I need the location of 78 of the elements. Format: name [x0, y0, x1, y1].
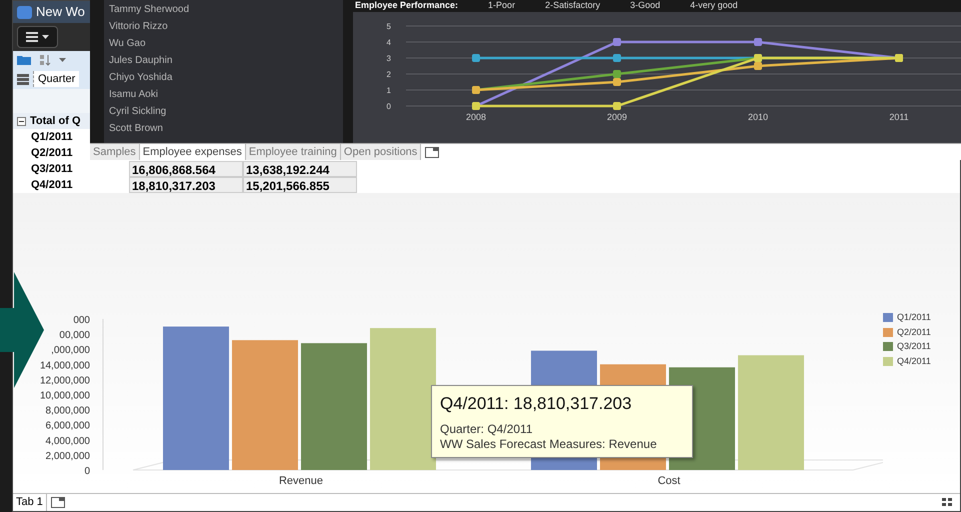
point	[613, 78, 621, 86]
table-cell: 15,201,566.855	[243, 177, 357, 193]
sheet-tab[interactable]: Employee training	[246, 144, 341, 160]
legend-label: Q1/2011	[897, 311, 931, 324]
employee-name[interactable]: Vittorio Rizzo	[104, 18, 343, 35]
employee-name[interactable]: Isamu Aoki	[104, 86, 343, 103]
axis-label: 5	[386, 22, 391, 31]
sheet-tab[interactable]: Samples	[90, 144, 140, 160]
new-tab-icon[interactable]	[425, 146, 440, 158]
app-logo-icon	[17, 6, 32, 18]
axis-label: ,000,000	[51, 345, 90, 356]
sort-icon[interactable]	[39, 54, 51, 66]
sheet-tab[interactable]: Tab 1	[13, 494, 47, 511]
axis-label: 2008	[466, 112, 486, 122]
axis-label: 1	[386, 86, 391, 95]
axis-label: 2010	[748, 112, 768, 122]
axis-label: 00,000	[59, 330, 90, 342]
axis-label: 4	[386, 38, 391, 47]
axis-label: 14,000,000	[40, 360, 90, 372]
rating-label: 4-very good	[690, 0, 738, 12]
collapse-icon[interactable]	[17, 116, 26, 126]
window-title: New Wo	[36, 3, 85, 22]
axis-label: 6,000,000	[46, 420, 90, 432]
folder-icon[interactable]	[17, 55, 31, 65]
legend-label: Q3/2011	[897, 340, 931, 353]
axis-label: 2011	[889, 112, 909, 122]
employee-name[interactable]: Jules Dauphin	[104, 52, 343, 69]
employee-name[interactable]: Cyril Sickling	[104, 103, 343, 120]
employee-name[interactable]: Tammy Sherwood	[104, 1, 343, 18]
table-cell: 13,638,192.244	[243, 161, 357, 177]
rating-label: 2-Satisfactory	[545, 0, 600, 12]
employee-name[interactable]: Scott Brown	[104, 120, 343, 137]
caret-icon[interactable]	[59, 58, 66, 62]
new-tab-icon[interactable]	[50, 497, 65, 508]
field-chip[interactable]: Quarter	[33, 70, 80, 88]
list-menu-button[interactable]	[17, 26, 58, 48]
point	[613, 54, 621, 62]
axis-label: 4,000,000	[46, 436, 90, 447]
axis-label: 2,000,000	[46, 450, 90, 462]
grid-icon[interactable]	[942, 498, 952, 507]
axis-label: 0	[84, 466, 90, 477]
point	[754, 62, 762, 70]
point	[472, 54, 480, 62]
tooltip-line: Quarter: Q4/2011	[440, 422, 534, 436]
rows-icon[interactable]	[17, 74, 29, 84]
employee-name[interactable]: Chiyo Yoshida	[104, 69, 343, 86]
point	[613, 102, 621, 110]
rating-label: 1-Poor	[488, 0, 516, 12]
sheet-tab[interactable]: Open positions	[340, 144, 422, 160]
row-label: Q2/2011	[31, 146, 73, 161]
point	[613, 38, 621, 46]
axis-label: Cost	[658, 475, 680, 487]
chart-title: Employee Performance:	[355, 0, 458, 12]
axis-label: 000	[73, 315, 90, 326]
axis-label: 10,000,000	[40, 390, 90, 402]
list-icon	[26, 31, 38, 43]
legend-label: Q2/2011	[897, 326, 931, 339]
point	[754, 38, 762, 46]
table-cell: 16,806,868.564	[129, 161, 243, 177]
axis-label: Revenue	[278, 475, 324, 487]
axis-label: 2009	[606, 112, 628, 122]
axis-label: 12,000,000	[40, 375, 90, 386]
table-cell: 18,810,317.203	[129, 177, 243, 193]
axis-label: 3	[386, 54, 391, 63]
caret-icon	[42, 35, 49, 39]
rating-label: 3-Good	[630, 0, 660, 12]
tooltip-title: Q4/2011: 18,810,317.203	[440, 393, 633, 415]
employee-name[interactable]: Wu Gao	[104, 35, 343, 52]
row-label: Q4/2011	[30, 178, 74, 193]
header-label: Total of Q	[30, 114, 81, 129]
point	[613, 70, 621, 78]
axis-label: 8,000,000	[46, 406, 90, 417]
tooltip-line: WW Sales Forecast Measures: Revenue	[440, 436, 658, 452]
axis-label: 2	[386, 70, 391, 79]
legend-label: Q4/2011	[897, 354, 931, 368]
axis-label: 0	[386, 102, 391, 111]
row-label: Q3/2011	[30, 162, 74, 177]
row-label: Q1/2011	[31, 130, 73, 145]
